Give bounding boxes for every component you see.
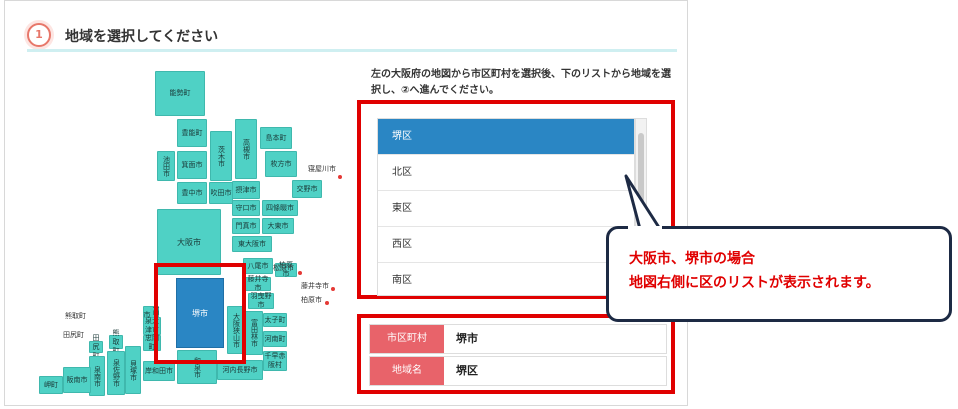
callout-tail <box>624 174 662 231</box>
callout-tail-join <box>628 226 662 232</box>
explanation-callout: 大阪市、堺市の場合 地図右側に区のリストが表示されます。 <box>606 226 952 322</box>
callout-line-1: 大阪市、堺市の場合 <box>629 251 755 267</box>
callout-line-2: 地図右側に区のリストが表示されます。 <box>629 275 880 291</box>
